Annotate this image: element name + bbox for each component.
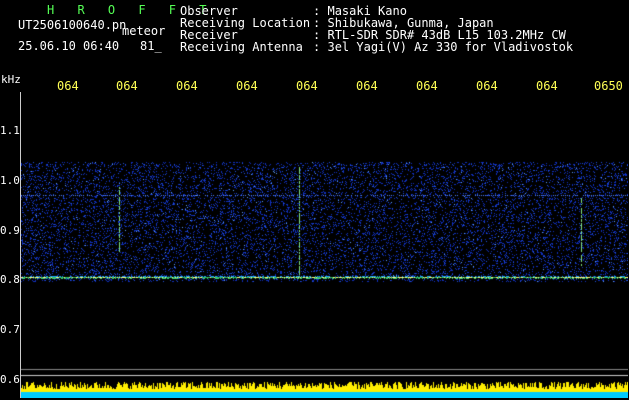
antenna-value: : 3el Yagi(V) Az 330 for Vladivostok [313,40,574,54]
x-tick-label: 064 [176,79,198,93]
spectrogram-plot [20,92,628,398]
y-tick-label: 0.9 [0,224,20,237]
file-suffix: meteor [122,24,166,38]
y-axis-unit: kHz [1,73,21,86]
header-values: : Masaki Kano : Shibukawa, Gunma, Japan … [313,5,573,53]
x-tick-label: 064 [476,79,498,93]
antenna-label: Receiving Antenna [180,40,303,54]
x-tick-label: 064 [536,79,558,93]
x-tick-label: 064 [416,79,438,93]
y-tick-label: 1.1 [0,124,20,137]
spectrogram-canvas [21,92,628,398]
x-tick-label: 064 [296,79,318,93]
file-name: UT2506100640.pn [18,18,127,32]
meteor-count: 81_ [140,39,162,53]
x-tick-label: 064 [356,79,378,93]
y-tick-label: 0.8 [0,273,20,286]
x-tick-label: 064 [57,79,79,93]
x-tick-label: 064 [236,79,258,93]
y-tick-label: 0.6 [0,373,20,386]
header-labels: Observer Receiving Location Receiver Rec… [180,5,310,53]
y-tick-label: 1.0 [0,174,20,187]
x-tick-label: 064 [116,79,138,93]
x-tick-label: 0650 [594,79,623,93]
y-tick-label: 0.7 [0,323,20,336]
capture-datetime: 25.06.10 06:40 [18,39,120,53]
